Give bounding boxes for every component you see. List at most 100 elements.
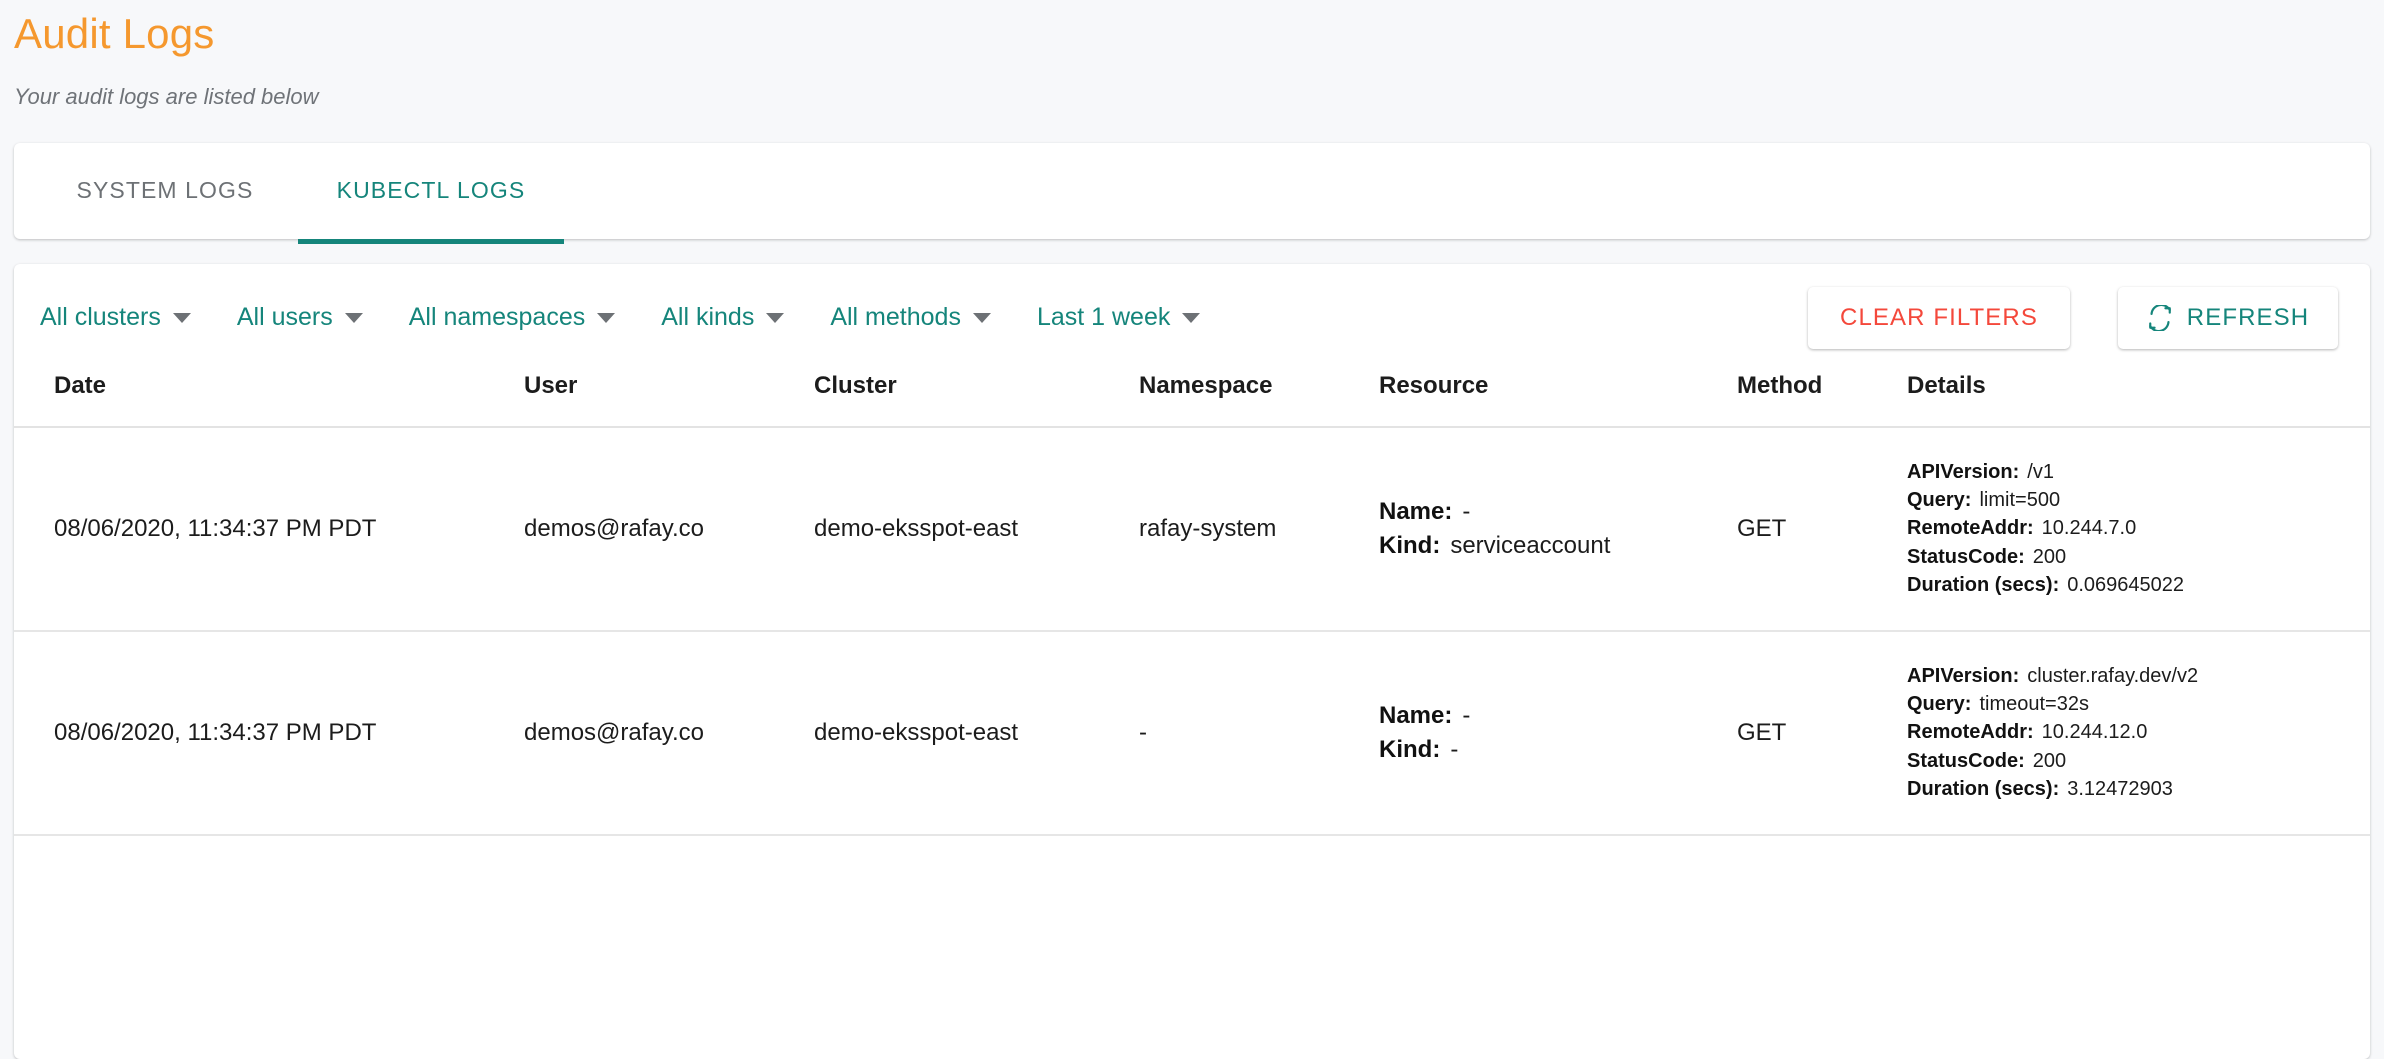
tab-system-logs[interactable]: SYSTEM LOGS — [32, 143, 298, 239]
details-apiversion-key: APIVersion: — [1907, 460, 2020, 483]
resource-name-key: Name: — [1379, 701, 1453, 729]
filter-all-methods-label: All methods — [830, 303, 961, 332]
audit-logs-table: Date User Cluster Namespace Resource Met… — [14, 371, 2370, 836]
table-head: Date User Cluster Namespace Resource Met… — [14, 371, 2370, 428]
details-statuscode-value: 200 — [2032, 545, 2067, 568]
chevron-down-icon — [344, 312, 363, 323]
resource-kind-value: - — [1450, 735, 1459, 763]
resource-block: Name: - Kind: - — [1379, 699, 1737, 767]
resource-kind-row: Kind: serviceaccount — [1379, 529, 1737, 563]
details-query-value: limit=500 — [1979, 489, 2061, 512]
refresh-icon — [2147, 303, 2173, 332]
filter-all-methods[interactable]: All methods — [830, 303, 991, 332]
tab-kubectl-logs[interactable]: KUBECTL LOGS — [298, 143, 564, 244]
details-apiversion-value: cluster.rafay.dev/v2 — [2027, 664, 2199, 687]
filter-bar: All clusters All users All namespaces Al… — [14, 264, 2370, 372]
chevron-down-icon — [972, 312, 991, 323]
resource-name-key: Name: — [1379, 497, 1453, 525]
details-apiversion-row: APIVersion: cluster.rafay.dev/v2 — [1907, 662, 2370, 690]
cell-date: 08/06/2020, 11:34:37 PM PDT — [14, 630, 524, 836]
column-header-resource[interactable]: Resource — [1379, 371, 1737, 428]
cell-resource: Name: - Kind: - — [1379, 630, 1737, 836]
filter-all-users-label: All users — [236, 303, 333, 332]
filter-all-kinds-label: All kinds — [661, 303, 755, 332]
filter-all-namespaces-label: All namespaces — [408, 303, 586, 332]
resource-name-value: - — [1462, 497, 1471, 525]
column-header-namespace[interactable]: Namespace — [1139, 371, 1379, 428]
resource-kind-key: Kind: — [1379, 735, 1441, 763]
details-apiversion-key: APIVersion: — [1907, 664, 2020, 687]
cell-date: 08/06/2020, 11:34:37 PM PDT — [14, 426, 524, 632]
filter-all-users[interactable]: All users — [237, 303, 363, 332]
cell-method: GET — [1737, 630, 1907, 836]
cell-cluster: demo-eksspot-east — [814, 426, 1139, 632]
cell-resource: Name: - Kind: serviceaccount — [1379, 426, 1737, 632]
filter-time-range-label: Last 1 week — [1036, 303, 1171, 332]
details-remoteaddr-row: RemoteAddr: 10.244.12.0 — [1907, 718, 2370, 746]
details-block: APIVersion: /v1 Query: limit=500 RemoteAdd… — [1907, 458, 2370, 600]
page-title: Audit Logs — [14, 10, 215, 57]
cell-user: demos@rafay.co — [524, 630, 814, 836]
filter-all-clusters[interactable]: All clusters — [40, 303, 191, 332]
details-statuscode-row: StatusCode: 200 — [1907, 543, 2370, 571]
details-remoteaddr-value: 10.244.12.0 — [2041, 721, 2148, 744]
tabs-card: SYSTEM LOGS KUBECTL LOGS — [14, 142, 2370, 244]
refresh-label: REFRESH — [2186, 303, 2310, 331]
details-duration-row: Duration (secs): 3.12472903 — [1907, 775, 2370, 803]
details-statuscode-key: StatusCode: — [1907, 749, 2025, 772]
table-row[interactable]: 08/06/2020, 11:34:37 PM PDT demos@rafay.… — [14, 426, 2370, 632]
details-statuscode-key: StatusCode: — [1907, 545, 2025, 568]
audit-logs-page: Audit Logs Your audit logs are listed be… — [0, 0, 2384, 1059]
column-header-method[interactable]: Method — [1737, 371, 1907, 428]
column-header-date[interactable]: Date — [14, 371, 524, 428]
details-duration-value: 3.12472903 — [2067, 778, 2173, 801]
tab-list: SYSTEM LOGS KUBECTL LOGS — [14, 143, 2370, 244]
details-query-row: Query: timeout=32s — [1907, 690, 2370, 718]
resource-kind-row: Kind: - — [1379, 733, 1737, 767]
details-duration-row: Duration (secs): 0.069645022 — [1907, 571, 2370, 599]
details-query-row: Query: limit=500 — [1907, 486, 2370, 514]
details-remoteaddr-row: RemoteAddr: 10.244.7.0 — [1907, 514, 2370, 542]
filter-time-range[interactable]: Last 1 week — [1036, 303, 1201, 332]
column-header-cluster[interactable]: Cluster — [814, 371, 1139, 428]
table-row[interactable]: 08/06/2020, 11:34:37 PM PDT demos@rafay.… — [14, 630, 2370, 836]
resource-name-row: Name: - — [1379, 495, 1737, 529]
details-remoteaddr-key: RemoteAddr: — [1907, 517, 2034, 540]
chevron-down-icon — [597, 312, 616, 323]
page-subtitle: Your audit logs are listed below — [14, 84, 319, 110]
refresh-button[interactable]: REFRESH — [2118, 286, 2338, 349]
resource-name-row: Name: - — [1379, 699, 1737, 733]
filter-all-namespaces[interactable]: All namespaces — [408, 303, 616, 332]
details-apiversion-value: /v1 — [2027, 460, 2054, 483]
details-statuscode-row: StatusCode: 200 — [1907, 747, 2370, 775]
clear-filters-label: CLEAR FILTERS — [1840, 303, 2038, 331]
details-duration-key: Duration (secs): — [1907, 574, 2060, 597]
clear-filters-button[interactable]: CLEAR FILTERS — [1808, 286, 2070, 349]
details-query-key: Query: — [1907, 489, 1972, 512]
cell-user: demos@rafay.co — [524, 426, 814, 632]
details-apiversion-row: APIVersion: /v1 — [1907, 458, 2370, 486]
chevron-down-icon — [172, 312, 191, 323]
details-query-key: Query: — [1907, 693, 1972, 716]
cell-namespace: rafay-system — [1139, 426, 1379, 632]
resource-block: Name: - Kind: serviceaccount — [1379, 495, 1737, 563]
details-statuscode-value: 200 — [2032, 749, 2067, 772]
cell-namespace: - — [1139, 630, 1379, 836]
cell-method: GET — [1737, 426, 1907, 632]
column-header-details[interactable]: Details — [1907, 371, 2370, 428]
chevron-down-icon — [766, 312, 785, 323]
cell-details: APIVersion: /v1 Query: limit=500 RemoteAdd… — [1907, 426, 2370, 632]
resource-kind-key: Kind: — [1379, 531, 1441, 559]
tab-kubectl-logs-label: KUBECTL LOGS — [336, 177, 526, 204]
column-header-user[interactable]: User — [524, 371, 814, 428]
filter-all-kinds[interactable]: All kinds — [661, 303, 785, 332]
cell-cluster: demo-eksspot-east — [814, 630, 1139, 836]
details-remoteaddr-value: 10.244.7.0 — [2041, 517, 2137, 540]
resource-name-value: - — [1462, 701, 1471, 729]
resource-kind-value: serviceaccount — [1450, 531, 1611, 559]
details-duration-key: Duration (secs): — [1907, 778, 2060, 801]
details-query-value: timeout=32s — [1979, 693, 2089, 716]
table-body: 08/06/2020, 11:34:37 PM PDT demos@rafay.… — [14, 426, 2370, 836]
details-remoteaddr-key: RemoteAddr: — [1907, 721, 2034, 744]
logs-card: All clusters All users All namespaces Al… — [14, 263, 2370, 1059]
